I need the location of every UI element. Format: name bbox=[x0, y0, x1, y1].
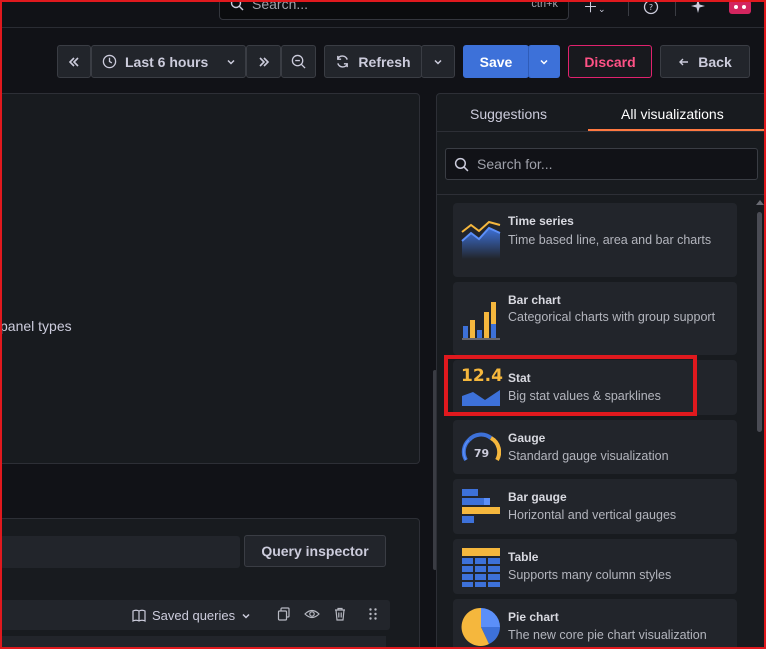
bar-gauge-icon bbox=[462, 489, 500, 523]
tab-suggestions[interactable]: Suggestions bbox=[470, 106, 547, 122]
viz-card-title: Gauge bbox=[508, 431, 546, 445]
list-divider bbox=[437, 194, 766, 195]
time-range-picker[interactable]: Last 6 hours bbox=[91, 45, 246, 78]
viz-card-description: Categorical charts with group support bbox=[508, 310, 716, 324]
bar-chart-icon bbox=[462, 302, 500, 340]
assistant-sparkle-icon[interactable] bbox=[690, 0, 706, 18]
drag-handle-icon[interactable] bbox=[368, 607, 378, 626]
search-shortcut: ctrl+k bbox=[531, 0, 558, 10]
add-icon[interactable]: ＋⌄ bbox=[583, 0, 606, 17]
viz-card-title: Bar chart bbox=[508, 293, 561, 307]
viz-card-bar-chart[interactable]: Bar chart Categorical charts with group … bbox=[453, 282, 737, 355]
time-range-label: Last 6 hours bbox=[125, 53, 209, 70]
viz-card-title: Table bbox=[508, 550, 539, 564]
discard-label: Discard bbox=[584, 53, 636, 70]
selection-highlight bbox=[444, 355, 697, 416]
viz-card-time-series[interactable]: Time series Time based line, area and ba… bbox=[453, 203, 737, 277]
viz-card-gauge[interactable]: 79 Gauge Standard gauge visualization bbox=[453, 420, 737, 474]
save-button[interactable]: Save bbox=[463, 45, 529, 78]
viz-card-description: Horizontal and vertical gauges bbox=[508, 508, 677, 522]
time-shift-back-button[interactable] bbox=[57, 45, 91, 78]
viz-card-table[interactable]: Table Supports many column styles bbox=[453, 539, 737, 594]
back-label: Back bbox=[698, 53, 732, 70]
chevron-down-icon bbox=[540, 59, 548, 65]
time-shift-forward-button[interactable] bbox=[246, 45, 281, 78]
delete-query-trash-icon[interactable] bbox=[333, 607, 347, 626]
chevron-down-icon bbox=[434, 59, 442, 65]
chevron-down-icon bbox=[242, 613, 250, 619]
arrow-left-icon bbox=[679, 58, 689, 65]
preview-hint-text: panel types bbox=[0, 318, 72, 334]
viz-card-pie-chart[interactable]: Pie chart The new core pie chart visuali… bbox=[453, 599, 737, 649]
query-inspector-button[interactable]: Query inspector bbox=[244, 535, 386, 567]
query-inspector-label: Query inspector bbox=[261, 543, 369, 559]
saved-queries-label: Saved queries bbox=[152, 608, 236, 623]
saved-queries-button[interactable]: Saved queries bbox=[132, 608, 251, 623]
viz-card-title: Bar gauge bbox=[508, 490, 567, 504]
hide-query-eye-icon[interactable] bbox=[304, 607, 320, 626]
viz-search-input[interactable] bbox=[477, 156, 747, 172]
double-chevron-left-icon bbox=[68, 56, 79, 67]
table-icon bbox=[462, 548, 500, 587]
zoom-out-icon bbox=[291, 54, 306, 69]
save-label: Save bbox=[479, 53, 513, 70]
book-icon bbox=[132, 609, 146, 622]
svg-text:?: ? bbox=[649, 3, 653, 12]
save-options-dropdown[interactable] bbox=[528, 45, 560, 78]
viz-card-description: Time based line, area and bar charts bbox=[508, 233, 712, 247]
chevron-down-icon bbox=[227, 59, 235, 65]
refresh-label: Refresh bbox=[358, 53, 411, 70]
global-search[interactable]: Search... ctrl+k bbox=[219, 0, 569, 20]
refresh-interval-dropdown[interactable] bbox=[421, 45, 455, 78]
duplicate-query-icon[interactable] bbox=[277, 607, 291, 626]
data-source-picker[interactable] bbox=[0, 536, 240, 568]
scroll-thumb[interactable] bbox=[757, 212, 762, 432]
viz-search-field[interactable] bbox=[445, 148, 758, 180]
scroll-up-icon[interactable] bbox=[756, 200, 764, 205]
discard-button[interactable]: Discard bbox=[568, 45, 652, 78]
time-series-icon bbox=[461, 220, 501, 259]
search-icon bbox=[454, 157, 469, 171]
pie-chart-icon bbox=[461, 607, 500, 646]
divider bbox=[628, 0, 629, 16]
viz-card-title: Pie chart bbox=[508, 610, 559, 624]
viz-card-title: Time series bbox=[508, 214, 574, 228]
top-bar: Search... ctrl+k ＋⌄ ? bbox=[0, 0, 766, 28]
viz-card-description: The new core pie chart visualization bbox=[508, 628, 707, 642]
active-tab-indicator bbox=[588, 129, 766, 131]
panel-preview bbox=[0, 93, 420, 464]
tab-all-visualizations[interactable]: All visualizations bbox=[621, 106, 724, 122]
viz-card-description: Standard gauge visualization bbox=[508, 449, 669, 463]
tabs-divider bbox=[437, 131, 766, 132]
query-row-body bbox=[0, 636, 386, 649]
viz-card-bar-gauge[interactable]: Bar gauge Horizontal and vertical gauges bbox=[453, 479, 737, 534]
clock-icon bbox=[102, 54, 117, 69]
help-icon[interactable]: ? bbox=[643, 0, 659, 19]
gauge-icon-value: 79 bbox=[474, 447, 489, 460]
double-chevron-right-icon bbox=[258, 56, 269, 67]
refresh-button[interactable]: Refresh bbox=[324, 45, 422, 78]
search-icon bbox=[230, 0, 244, 11]
viz-card-description: Supports many column styles bbox=[508, 568, 672, 582]
refresh-icon bbox=[337, 55, 349, 68]
back-button[interactable]: Back bbox=[660, 45, 750, 78]
zoom-out-button[interactable] bbox=[281, 45, 316, 78]
global-search-placeholder: Search... bbox=[252, 0, 309, 12]
divider bbox=[675, 0, 676, 16]
user-avatar[interactable] bbox=[729, 0, 751, 18]
gauge-icon: 79 bbox=[461, 432, 501, 462]
